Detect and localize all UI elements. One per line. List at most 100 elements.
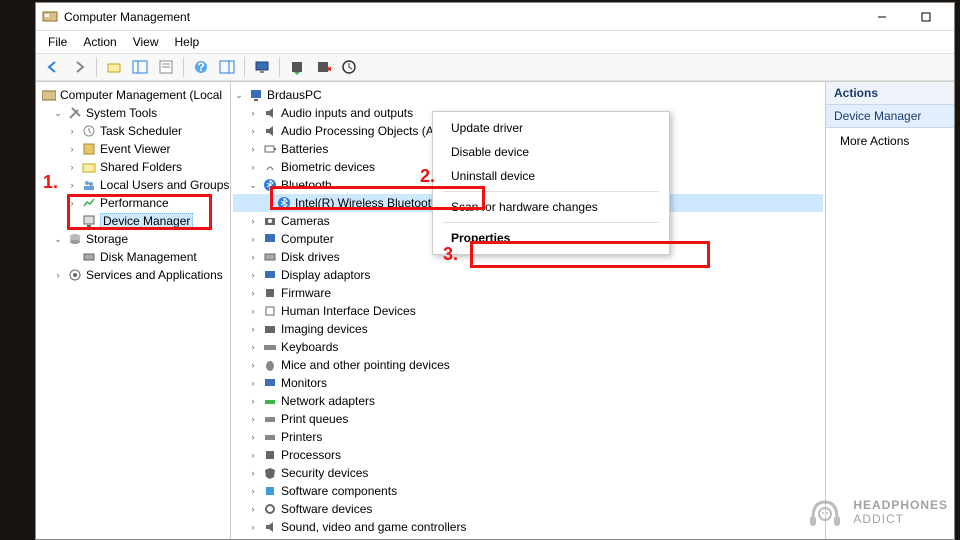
dev-imaging[interactable]: ›Imaging devices bbox=[233, 320, 823, 338]
ctx-uninstall-device[interactable]: Uninstall device bbox=[435, 164, 667, 188]
action-pane-icon[interactable] bbox=[215, 55, 239, 79]
dev-print-queues[interactable]: ›Print queues bbox=[233, 410, 823, 428]
expand-icon[interactable]: › bbox=[247, 467, 259, 479]
properties-icon[interactable] bbox=[154, 55, 178, 79]
dev-mice[interactable]: ›Mice and other pointing devices bbox=[233, 356, 823, 374]
dev-firmware[interactable]: ›Firmware bbox=[233, 284, 823, 302]
bluetooth-icon bbox=[262, 177, 278, 193]
collapse-icon[interactable]: ⌄ bbox=[233, 89, 245, 101]
forward-button[interactable] bbox=[67, 55, 91, 79]
collapse-icon[interactable]: ⌄ bbox=[52, 233, 64, 245]
drive-icon bbox=[262, 249, 278, 265]
tree-local-users[interactable]: ›Local Users and Groups bbox=[38, 176, 228, 194]
expand-icon[interactable]: › bbox=[247, 413, 259, 425]
maximize-button[interactable] bbox=[904, 3, 948, 31]
actions-more[interactable]: More Actions bbox=[826, 128, 954, 154]
expand-icon[interactable]: › bbox=[247, 521, 259, 533]
tree-performance[interactable]: ›Performance bbox=[38, 194, 228, 212]
separator bbox=[443, 191, 659, 192]
dev-processors[interactable]: ›Processors bbox=[233, 446, 823, 464]
scan-hardware-icon[interactable] bbox=[337, 55, 361, 79]
menu-view[interactable]: View bbox=[125, 33, 167, 51]
expand-icon[interactable]: › bbox=[247, 125, 259, 137]
tree-disk-management[interactable]: Disk Management bbox=[38, 248, 228, 266]
disk-icon bbox=[81, 249, 97, 265]
expand-icon[interactable]: › bbox=[52, 269, 64, 281]
tree-storage[interactable]: ⌄Storage bbox=[38, 230, 228, 248]
menu-file[interactable]: File bbox=[40, 33, 75, 51]
dev-sw-components[interactable]: ›Software components bbox=[233, 482, 823, 500]
update-driver-icon[interactable] bbox=[285, 55, 309, 79]
battery-icon bbox=[262, 141, 278, 157]
expand-icon[interactable]: › bbox=[247, 107, 259, 119]
tree-shared-folders[interactable]: ›Shared Folders bbox=[38, 158, 228, 176]
expand-icon[interactable]: › bbox=[66, 197, 78, 209]
show-console-tree-icon[interactable] bbox=[128, 55, 152, 79]
dev-keyboards[interactable]: ›Keyboards bbox=[233, 338, 823, 356]
tree-task-scheduler[interactable]: ›Task Scheduler bbox=[38, 122, 228, 140]
uninstall-icon[interactable]: × bbox=[311, 55, 335, 79]
expand-icon[interactable]: › bbox=[66, 179, 78, 191]
services-icon bbox=[67, 267, 83, 283]
ctx-update-driver[interactable]: Update driver bbox=[435, 116, 667, 140]
ctx-disable-device[interactable]: Disable device bbox=[435, 140, 667, 164]
tools-icon bbox=[67, 105, 83, 121]
app-icon bbox=[42, 9, 58, 25]
up-button[interactable] bbox=[102, 55, 126, 79]
expand-icon[interactable]: › bbox=[247, 449, 259, 461]
component-icon bbox=[262, 483, 278, 499]
expand-icon[interactable]: › bbox=[247, 503, 259, 515]
expand-icon[interactable]: › bbox=[247, 215, 259, 227]
expand-icon[interactable]: › bbox=[247, 143, 259, 155]
keyboard-icon bbox=[262, 339, 278, 355]
tree-event-viewer[interactable]: ›Event Viewer bbox=[38, 140, 228, 158]
collapse-icon[interactable]: ⌄ bbox=[52, 107, 64, 119]
dev-display[interactable]: ›Display adaptors bbox=[233, 266, 823, 284]
minimize-button[interactable] bbox=[860, 3, 904, 31]
menubar: File Action View Help bbox=[36, 31, 954, 53]
expand-icon[interactable]: › bbox=[247, 233, 259, 245]
dev-sound[interactable]: ›Sound, video and game controllers bbox=[233, 518, 823, 536]
expand-icon[interactable]: › bbox=[247, 269, 259, 281]
speaker-icon bbox=[262, 123, 278, 139]
back-button[interactable] bbox=[41, 55, 65, 79]
dev-sw-devices[interactable]: ›Software devices bbox=[233, 500, 823, 518]
dev-monitors[interactable]: ›Monitors bbox=[233, 374, 823, 392]
dev-hid[interactable]: ›Human Interface Devices bbox=[233, 302, 823, 320]
expand-icon[interactable]: › bbox=[66, 125, 78, 137]
window-title: Computer Management bbox=[64, 10, 860, 24]
expand-icon[interactable]: › bbox=[247, 359, 259, 371]
separator bbox=[443, 222, 659, 223]
help-icon[interactable]: ? bbox=[189, 55, 213, 79]
expand-icon[interactable]: › bbox=[66, 143, 78, 155]
expand-icon[interactable]: › bbox=[247, 251, 259, 263]
expand-icon[interactable]: › bbox=[247, 485, 259, 497]
watermark-line2: ADDICT bbox=[853, 512, 948, 526]
tree-services-apps[interactable]: ›Services and Applications bbox=[38, 266, 228, 284]
tree-device-manager[interactable]: Device Manager bbox=[38, 212, 228, 230]
dev-security[interactable]: ›Security devices bbox=[233, 464, 823, 482]
printer-icon bbox=[262, 411, 278, 427]
menu-action[interactable]: Action bbox=[75, 33, 124, 51]
svg-text:?: ? bbox=[197, 60, 204, 74]
tree-system-tools[interactable]: ⌄System Tools bbox=[38, 104, 228, 122]
dev-root[interactable]: ⌄BrdausPC bbox=[233, 86, 823, 104]
menu-help[interactable]: Help bbox=[167, 33, 208, 51]
monitor-icon[interactable] bbox=[250, 55, 274, 79]
expand-icon[interactable]: › bbox=[66, 161, 78, 173]
ctx-properties[interactable]: Properties bbox=[435, 226, 667, 250]
expand-icon[interactable]: › bbox=[247, 161, 259, 173]
dev-printers[interactable]: ›Printers bbox=[233, 428, 823, 446]
expand-icon[interactable]: › bbox=[247, 431, 259, 443]
collapse-icon[interactable]: ⌄ bbox=[247, 179, 259, 191]
expand-icon[interactable]: › bbox=[247, 395, 259, 407]
dev-network[interactable]: ›Network adapters bbox=[233, 392, 823, 410]
expand-icon[interactable]: › bbox=[247, 377, 259, 389]
ctx-scan-hardware[interactable]: Scan for hardware changes bbox=[435, 195, 667, 219]
expand-icon[interactable]: › bbox=[247, 305, 259, 317]
expand-icon[interactable]: › bbox=[247, 323, 259, 335]
expand-icon[interactable]: › bbox=[247, 341, 259, 353]
tree-root[interactable]: Computer Management (Local bbox=[38, 86, 228, 104]
expand-icon[interactable]: › bbox=[247, 287, 259, 299]
users-icon bbox=[81, 177, 97, 193]
